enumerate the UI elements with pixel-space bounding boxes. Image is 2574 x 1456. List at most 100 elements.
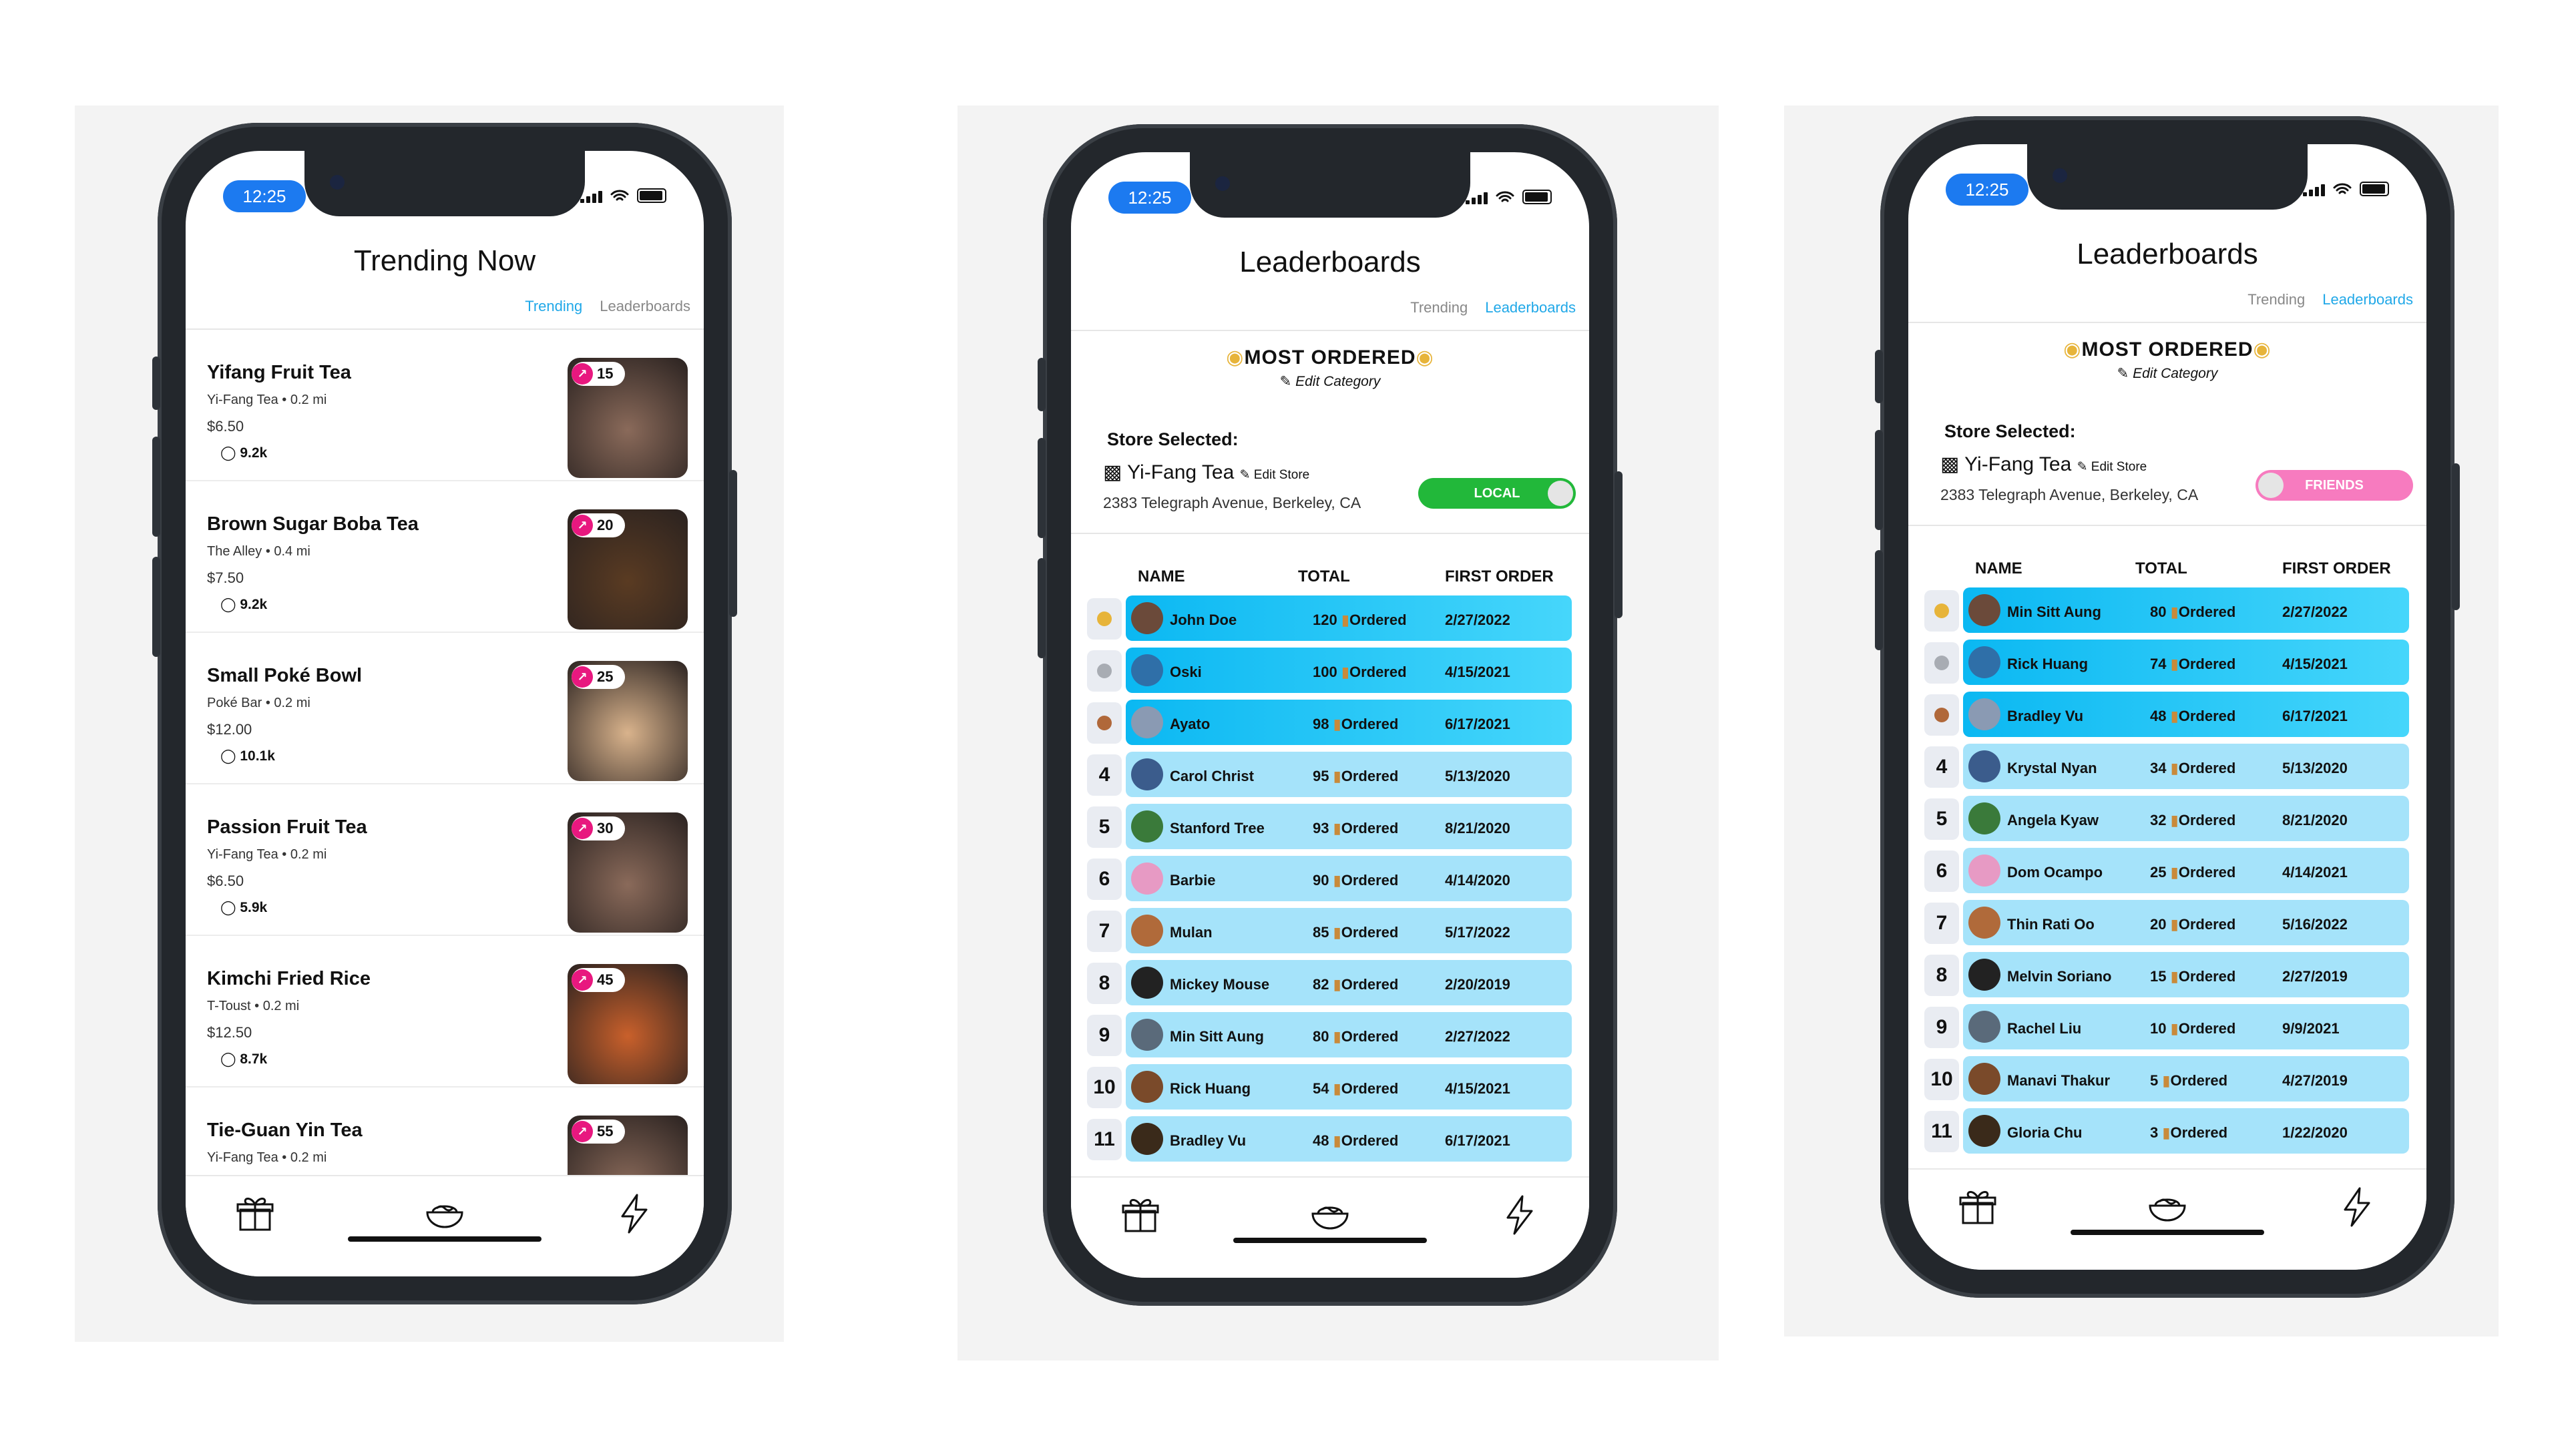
total-value: 90 xyxy=(1313,872,1329,889)
user-name: Barbie xyxy=(1170,872,1216,889)
order-total: 98 ▮Ordered xyxy=(1313,716,1398,733)
table-row[interactable]: 7 Mulan 85 ▮Ordered 5/17/2022 xyxy=(1087,907,1572,959)
table-row[interactable]: 11 Bradley Vu 48 ▮Ordered 6/17/2021 xyxy=(1087,1115,1572,1167)
table-row[interactable]: 4 Carol Christ 95 ▮Ordered 5/13/2020 xyxy=(1087,750,1572,802)
wifi-icon xyxy=(2333,183,2352,194)
lightning-icon[interactable] xyxy=(1498,1194,1541,1236)
phone-frame-leaderboard-friends: 12:25 Leaderboards Trending Leaderboards… xyxy=(1875,116,2460,1298)
category-title: MOST ORDERED xyxy=(1244,346,1416,369)
status-time: 12:25 xyxy=(1946,174,2028,206)
user-name: Bradley Vu xyxy=(2007,708,2084,724)
table-row[interactable]: 11 Gloria Chu 3 ▮Ordered 1/22/2020 xyxy=(1924,1107,2409,1159)
edit-store-link[interactable]: ✎ Edit Store xyxy=(1240,468,1310,482)
total-value: 20 xyxy=(2150,916,2167,933)
tab-leaderboards[interactable]: Leaderboards xyxy=(1485,299,1576,316)
list-item[interactable]: Passion Fruit Tea Yi-Fang Tea • 0.2 mi $… xyxy=(186,784,704,936)
gift-icon[interactable] xyxy=(234,1192,276,1235)
edit-store-link[interactable]: ✎ Edit Store xyxy=(2077,460,2147,474)
table-row[interactable]: 5 Stanford Tree 93 ▮Ordered 8/21/2020 xyxy=(1087,802,1572,855)
table-row[interactable]: 8 Mickey Mouse 82 ▮Ordered 2/20/2019 xyxy=(1087,959,1572,1011)
wifi-icon xyxy=(1496,191,1514,202)
item-price: $7.50 xyxy=(207,569,244,586)
table-row[interactable]: Min Sitt Aung 80 ▮Ordered 2/27/2022 xyxy=(1924,586,2409,638)
avatar xyxy=(1968,1115,2000,1147)
rank-number: 10 xyxy=(1930,1068,1953,1090)
cup-icon: ▮ xyxy=(1341,664,1349,680)
table-row[interactable]: 6 Barbie 90 ▮Ordered 4/14/2020 xyxy=(1087,855,1572,907)
edit-category-link[interactable]: ✎ Edit Category xyxy=(1908,365,2426,382)
ordered-label: Ordered xyxy=(2178,864,2236,881)
tab-bar: Trending Leaderboards xyxy=(2247,291,2413,308)
list-item[interactable]: Yifang Fruit Tea Yi-Fang Tea • 0.2 mi $6… xyxy=(186,330,704,481)
first-order-date: 2/27/2022 xyxy=(1445,1028,1510,1045)
store-name-text: Yi-Fang Tea xyxy=(1127,461,1235,483)
rank-cell: 4 xyxy=(1087,754,1122,796)
rank-number: 4 xyxy=(1936,756,1948,778)
gift-icon[interactable] xyxy=(1956,1186,1999,1228)
tab-trending[interactable]: Trending xyxy=(2247,291,2305,308)
item-name: Yifang Fruit Tea xyxy=(207,362,351,383)
total-value: 120 xyxy=(1313,612,1337,628)
order-total: 80 ▮Ordered xyxy=(2150,603,2235,621)
row-bar: Mickey Mouse 82 ▮Ordered 2/20/2019 xyxy=(1126,960,1572,1005)
avatar xyxy=(1131,706,1163,738)
list-item[interactable]: Kimchi Fried Rice T-Toust • 0.2 mi $12.5… xyxy=(186,936,704,1087)
first-order-date: 5/13/2020 xyxy=(2282,760,2348,776)
scope-toggle[interactable]: LOCAL xyxy=(1418,478,1576,509)
rank-number: 5 xyxy=(1098,816,1110,838)
user-name: Rick Huang xyxy=(1170,1080,1251,1097)
list-item[interactable]: Small Poké Bowl Poké Bar • 0.2 mi $12.00… xyxy=(186,633,704,784)
rank-number: 25 xyxy=(597,668,614,685)
column-header-total: TOTAL xyxy=(2135,559,2187,577)
bowl-icon[interactable] xyxy=(2146,1186,2189,1228)
rank-cell: 10 xyxy=(1924,1059,1959,1100)
gift-icon[interactable] xyxy=(1119,1194,1162,1236)
table-row[interactable]: John Doe 120 ▮Ordered 2/27/2022 xyxy=(1087,594,1572,646)
item-store: Poké Bar • 0.2 mi xyxy=(207,696,310,710)
bowl-icon[interactable] xyxy=(1309,1194,1351,1236)
likes-count: 8.7k xyxy=(240,1051,268,1067)
table-row[interactable]: 9 Rachel Liu 10 ▮Ordered 9/9/2021 xyxy=(1924,1003,2409,1055)
scope-toggle[interactable]: FRIENDS xyxy=(2256,470,2413,501)
tab-trending[interactable]: Trending xyxy=(525,298,582,315)
item-name: Small Poké Bowl xyxy=(207,665,363,686)
total-value: 48 xyxy=(1313,1132,1329,1149)
row-bar: Thin Rati Oo 20 ▮Ordered 5/16/2022 xyxy=(1963,900,2409,945)
table-row[interactable]: Oski 100 ▮Ordered 4/15/2021 xyxy=(1087,646,1572,698)
table-row[interactable]: Ayato 98 ▮Ordered 6/17/2021 xyxy=(1087,698,1572,750)
tab-leaderboards[interactable]: Leaderboards xyxy=(600,298,690,315)
cup-icon: ▮ xyxy=(1333,1080,1341,1097)
table-row[interactable]: 10 Rick Huang 54 ▮Ordered 4/15/2021 xyxy=(1087,1063,1572,1115)
table-row[interactable]: 7 Thin Rati Oo 20 ▮Ordered 5/16/2022 xyxy=(1924,899,2409,951)
trend-arrow-icon: ↗ xyxy=(572,818,593,839)
table-row[interactable]: 10 Manavi Thakur 5 ▮Ordered 4/27/2019 xyxy=(1924,1055,2409,1107)
medal-icon xyxy=(1934,656,1949,670)
ordered-label: Ordered xyxy=(2178,1020,2236,1037)
total-value: 48 xyxy=(2150,708,2167,724)
tab-leaderboards[interactable]: Leaderboards xyxy=(2322,291,2413,308)
table-row[interactable]: Rick Huang 74 ▮Ordered 4/15/2021 xyxy=(1924,638,2409,690)
rank-number: 9 xyxy=(1098,1024,1110,1046)
order-total: 48 ▮Ordered xyxy=(1313,1132,1398,1150)
row-bar: Ayato 98 ▮Ordered 6/17/2021 xyxy=(1126,700,1572,745)
table-row[interactable]: 9 Min Sitt Aung 80 ▮Ordered 2/27/2022 xyxy=(1087,1011,1572,1063)
item-likes: ◯ 5.9k xyxy=(220,899,267,916)
table-row[interactable]: 5 Angela Kyaw 32 ▮Ordered 8/21/2020 xyxy=(1924,794,2409,846)
ordered-label: Ordered xyxy=(1349,612,1407,628)
table-row[interactable]: Bradley Vu 48 ▮Ordered 6/17/2021 xyxy=(1924,690,2409,742)
phone-frame-leaderboard-local: 12:25 Leaderboards Trending Leaderboards… xyxy=(1038,124,1623,1306)
edit-category-link[interactable]: ✎ Edit Category xyxy=(1071,373,1589,390)
list-item[interactable]: Brown Sugar Boba Tea The Alley • 0.4 mi … xyxy=(186,481,704,633)
bowl-icon[interactable] xyxy=(423,1192,466,1235)
table-row[interactable]: 4 Krystal Nyan 34 ▮Ordered 5/13/2020 xyxy=(1924,742,2409,794)
table-row[interactable]: 6 Dom Ocampo 25 ▮Ordered 4/14/2021 xyxy=(1924,846,2409,899)
order-total: 100 ▮Ordered xyxy=(1313,664,1407,681)
lightning-icon[interactable] xyxy=(613,1192,656,1235)
total-value: 5 xyxy=(2150,1072,2159,1089)
item-image: ↗ 45 xyxy=(568,964,688,1084)
ordered-label: Ordered xyxy=(1341,1132,1399,1149)
table-row[interactable]: 8 Melvin Soriano 15 ▮Ordered 2/27/2019 xyxy=(1924,951,2409,1003)
lightning-icon[interactable] xyxy=(2336,1186,2378,1228)
rank-cell: 10 xyxy=(1087,1067,1122,1108)
tab-trending[interactable]: Trending xyxy=(1410,299,1468,316)
